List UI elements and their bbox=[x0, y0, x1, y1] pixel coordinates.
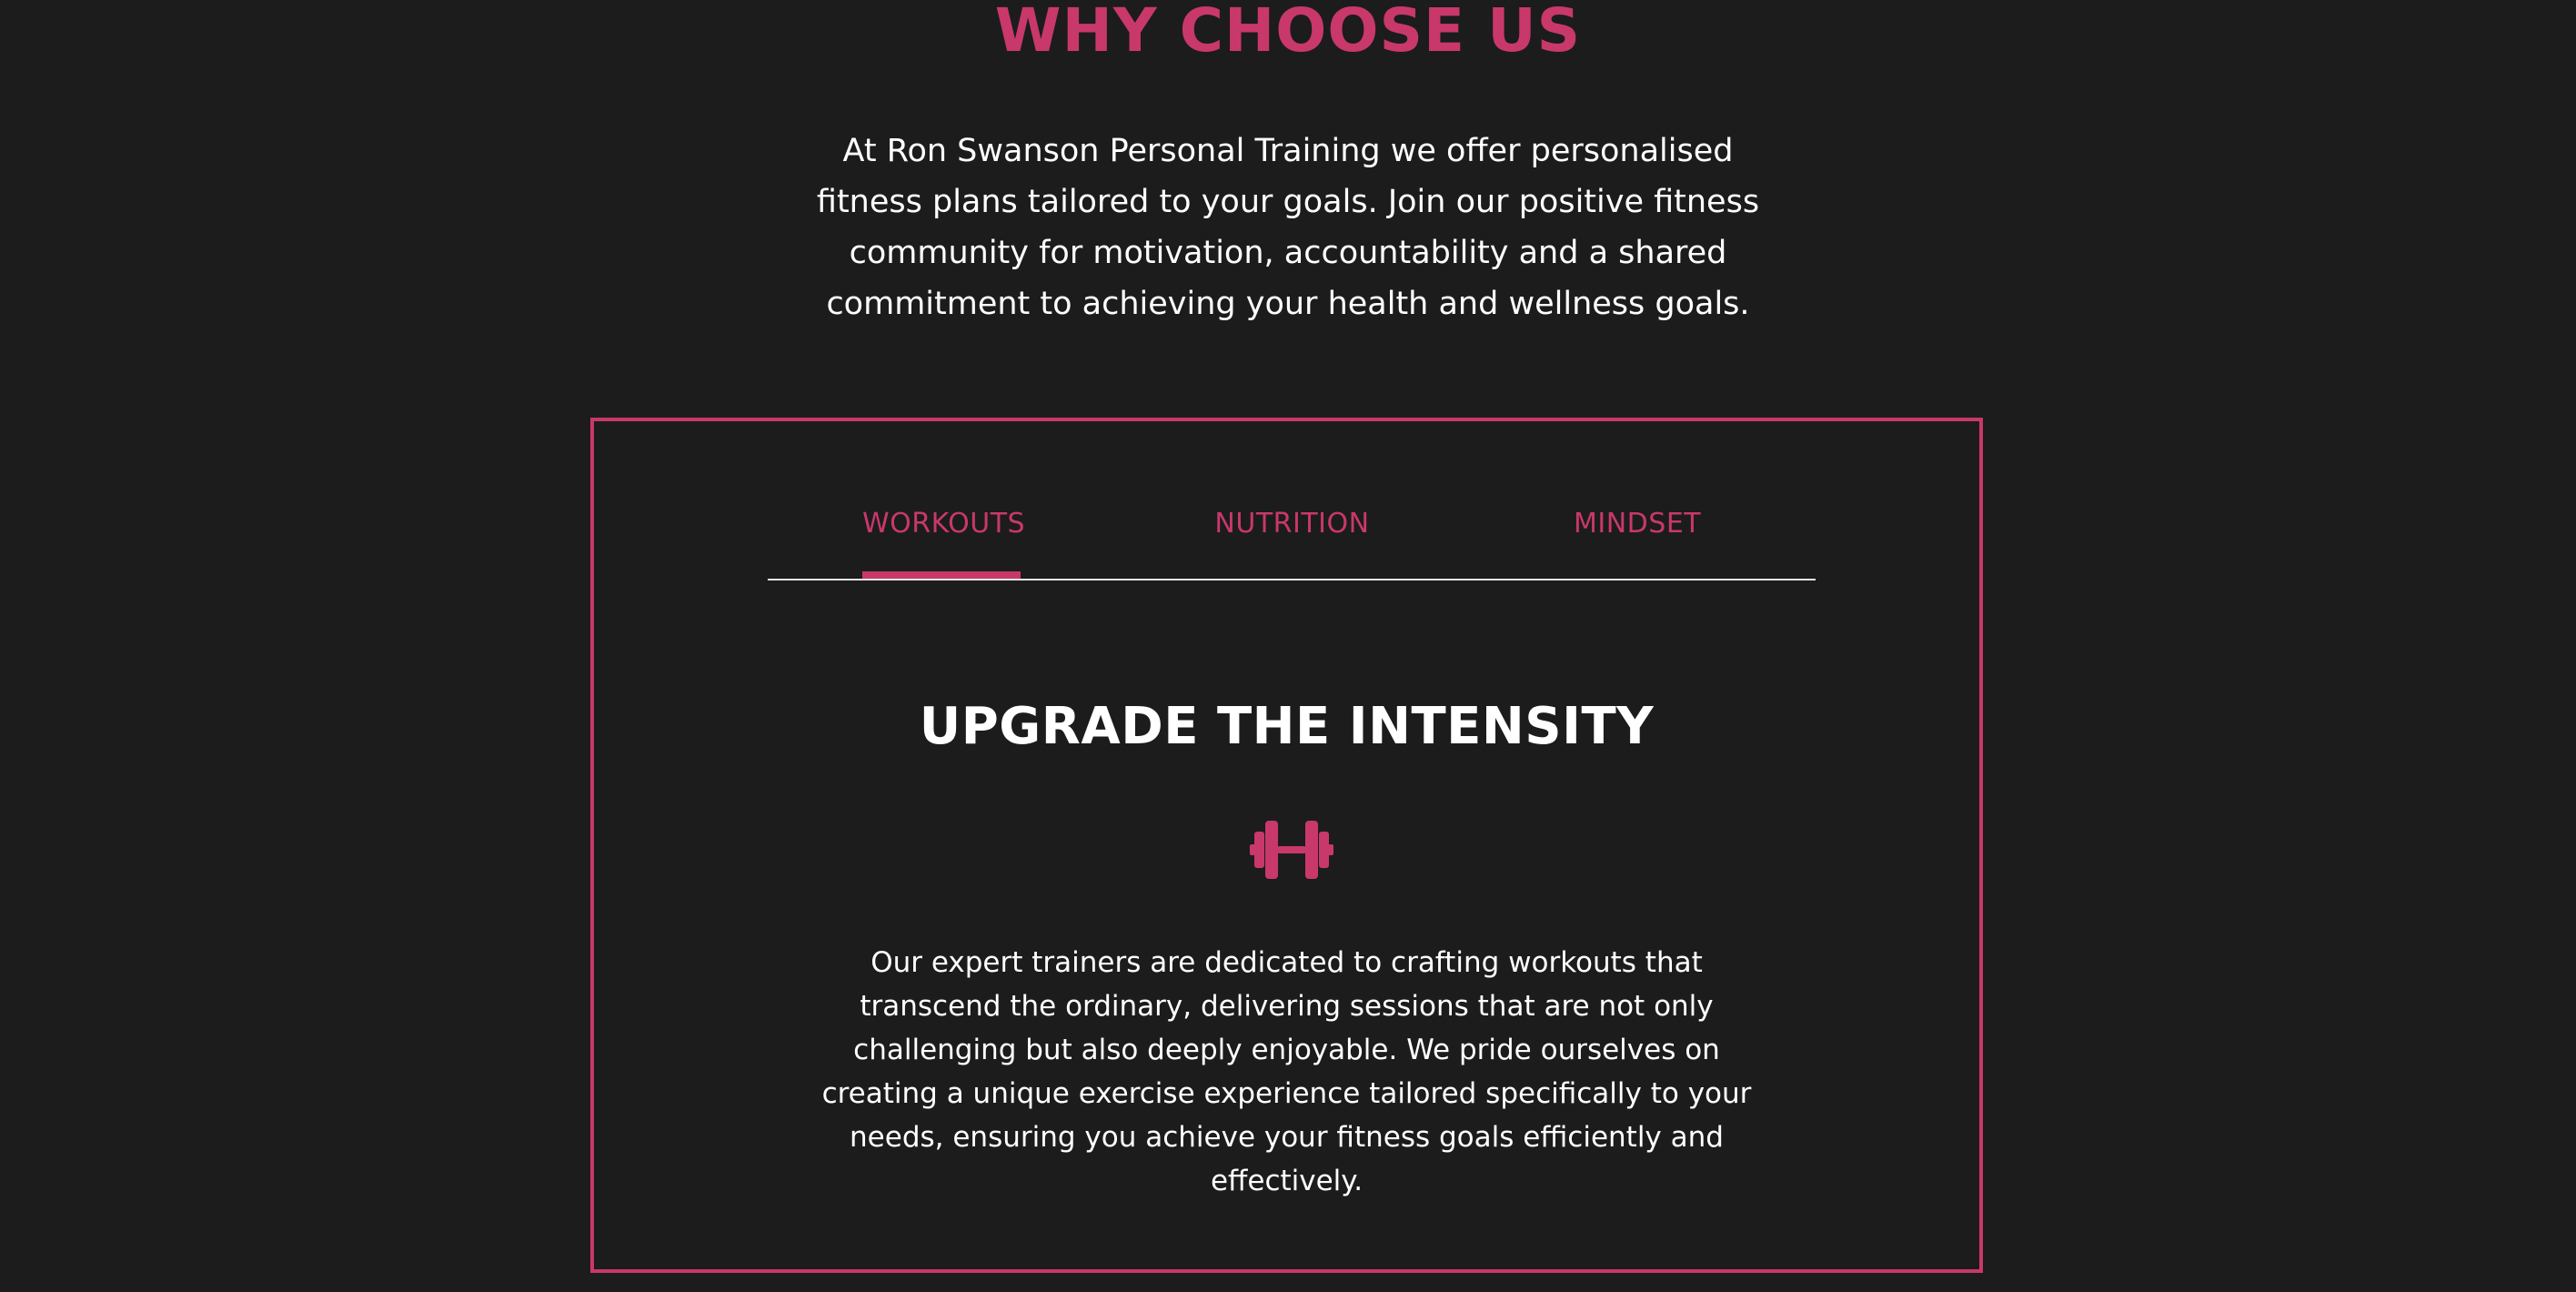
tabs-container: WORKOUTS NUTRITION MINDSET UPGRADE THE I… bbox=[590, 418, 1983, 1273]
section-title: WHY CHOOSE US bbox=[994, 0, 1582, 66]
intro-paragraph: At Ron Swanson Personal Training we offe… bbox=[816, 133, 1760, 322]
panel-heading: UPGRADE THE INTENSITY bbox=[919, 697, 1655, 756]
tab-nutrition[interactable]: NUTRITION bbox=[1212, 506, 1373, 579]
dumbbell-icon bbox=[1250, 819, 1333, 881]
tab-mindset[interactable]: MINDSET bbox=[1574, 506, 1701, 579]
tab-workouts[interactable]: WORKOUTS bbox=[862, 506, 1025, 579]
tab-bar: WORKOUTS NUTRITION MINDSET bbox=[768, 421, 1816, 580]
panel-description: Our expert trainers are dedicated to cra… bbox=[821, 946, 1752, 1197]
why-choose-us-section: WHY CHOOSE US At Ron Swanson Personal Tr… bbox=[0, 0, 2576, 1292]
